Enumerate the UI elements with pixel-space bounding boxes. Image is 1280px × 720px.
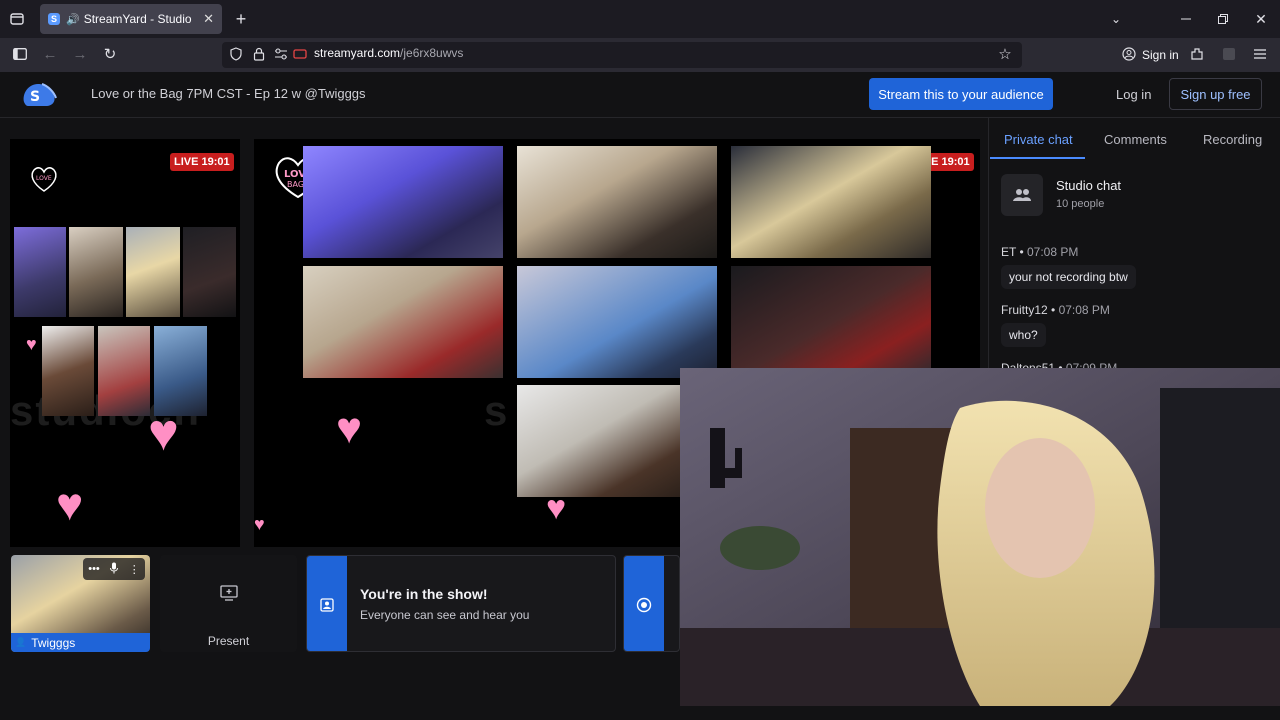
- in-show-title: You're in the show!: [360, 586, 488, 602]
- stream-to-audience-button[interactable]: Stream this to your audience: [869, 78, 1053, 110]
- self-name: Twigggs: [31, 635, 76, 650]
- message-author-line: ET • 07:08 PM: [1001, 245, 1079, 259]
- message-author: ET: [1001, 245, 1017, 259]
- participant-tile: [14, 227, 66, 317]
- self-tile-controls: ••• ⋮: [83, 558, 145, 580]
- minimize-icon[interactable]: [1176, 9, 1196, 29]
- close-tab-icon[interactable]: ✕: [203, 11, 214, 27]
- portrait-icon: [307, 556, 347, 651]
- heart-sticker: ♥: [254, 514, 265, 534]
- participant-tile: [731, 146, 931, 258]
- permissions-icon[interactable]: [273, 46, 289, 62]
- participant-tile: [69, 227, 123, 317]
- participant-tile: [126, 227, 180, 317]
- account-signin-button[interactable]: Sign in: [1122, 44, 1179, 66]
- lock-icon[interactable]: [251, 46, 267, 62]
- recording-notice: [623, 555, 680, 652]
- streamyard-favicon-icon: S: [48, 13, 60, 25]
- self-camera-tile[interactable]: ••• ⋮ 👤 Twigggs: [11, 555, 150, 652]
- signin-label: Sign in: [1142, 48, 1179, 62]
- show-logo: LOVE: [28, 163, 60, 193]
- login-link[interactable]: Log in: [1116, 87, 1151, 102]
- restore-icon[interactable]: [1213, 9, 1233, 29]
- signup-button[interactable]: Sign up free: [1169, 78, 1262, 110]
- heart-sticker: ♥: [546, 489, 567, 527]
- camera-pip-overlay[interactable]: [680, 368, 1280, 706]
- participant-tile: [154, 326, 207, 416]
- app-menu-icon[interactable]: [1251, 45, 1269, 63]
- url-text[interactable]: streamyard.com/je6rx8uwvs: [314, 46, 463, 60]
- participant-tile: [303, 266, 503, 378]
- tab-title: StreamYard - Studio: [83, 12, 192, 26]
- participant-tile: [42, 326, 94, 416]
- participant-tile: [98, 326, 150, 416]
- back-icon[interactable]: ←: [40, 45, 60, 63]
- camera-sharing-icon[interactable]: [292, 46, 308, 62]
- vertical-stage-preview: studioch LIVE 19:01 LOVE ♥ ♥ ♥: [10, 139, 240, 547]
- tab-private-chat[interactable]: Private chat: [1004, 132, 1073, 147]
- screen-share-icon: [220, 585, 238, 606]
- active-tab-indicator: [990, 157, 1085, 159]
- reload-icon[interactable]: ↻: [100, 45, 120, 63]
- new-tab-icon[interactable]: +: [231, 9, 251, 29]
- shield-icon[interactable]: [228, 46, 244, 62]
- watermark-text: s: [484, 387, 510, 434]
- url-host: streamyard.com: [314, 46, 401, 60]
- browser-tab-studio[interactable]: S 🔊 StreamYard - Studio ✕: [40, 4, 222, 34]
- extension-disabled-icon[interactable]: [1220, 45, 1238, 63]
- sidebar-toggle-icon[interactable]: [10, 45, 30, 63]
- speaker-icon[interactable]: 🔊: [66, 13, 80, 26]
- participant-tile: [517, 266, 717, 378]
- kebab-menu-icon[interactable]: ⋮: [129, 563, 140, 576]
- message-author-line: Fruitty12 • 07:08 PM: [1001, 303, 1110, 317]
- chat-people-count: 10 people: [1056, 198, 1105, 210]
- heart-sticker: ♥: [26, 334, 37, 354]
- svg-text:BAG: BAG: [287, 180, 304, 189]
- in-show-subtitle: Everyone can see and hear you: [360, 608, 530, 622]
- heart-sticker: ♥: [336, 404, 363, 453]
- show-title[interactable]: Love or the Bag 7PM CST - Ep 12 w @Twigg…: [91, 86, 366, 101]
- participant-tile: [183, 227, 236, 317]
- present-label: Present: [207, 634, 250, 648]
- svg-text:LOVE: LOVE: [36, 175, 52, 182]
- message-bubble: your not recording btw: [1001, 265, 1136, 289]
- heart-sticker: ♥: [56, 478, 84, 530]
- streamyard-logo[interactable]: S: [20, 80, 58, 108]
- close-window-icon[interactable]: ✕: [1251, 9, 1271, 29]
- message-bubble: who?: [1001, 323, 1046, 347]
- chat-room-name: Studio chat: [1056, 178, 1122, 193]
- tab-recording[interactable]: Recording: [1203, 132, 1262, 147]
- extensions-icon[interactable]: [1188, 45, 1206, 63]
- forward-icon[interactable]: →: [70, 45, 90, 63]
- present-button[interactable]: Present: [160, 555, 297, 652]
- person-icon: 👤: [15, 637, 27, 647]
- tab-list-icon[interactable]: [8, 10, 26, 28]
- participant-tile: [731, 266, 931, 378]
- account-icon: [1122, 46, 1136, 64]
- tab-comments[interactable]: Comments: [1104, 132, 1167, 147]
- message-time: 07:08 PM: [1027, 245, 1079, 259]
- svg-text:S: S: [30, 89, 40, 105]
- self-name-bar: 👤 Twigggs: [11, 633, 150, 652]
- more-options-icon[interactable]: •••: [88, 563, 100, 575]
- url-path: /je6rx8uwvs: [400, 46, 464, 60]
- panel-divider: [988, 118, 989, 370]
- list-all-tabs-icon[interactable]: ⌄: [1106, 9, 1126, 29]
- participant-tile: [303, 146, 503, 258]
- bookmark-star-icon[interactable]: ☆: [996, 45, 1014, 63]
- message-author: Fruitty12: [1001, 303, 1048, 317]
- participant-tile: [517, 146, 717, 258]
- live-badge: LIVE 19:01: [170, 153, 234, 171]
- heart-sticker: ♥: [148, 404, 179, 462]
- microphone-icon[interactable]: [110, 562, 119, 577]
- record-icon: [624, 556, 664, 651]
- message-time: 07:08 PM: [1058, 303, 1110, 317]
- group-icon: [1001, 174, 1043, 216]
- in-show-notice: You're in the show! Everyone can see and…: [306, 555, 616, 652]
